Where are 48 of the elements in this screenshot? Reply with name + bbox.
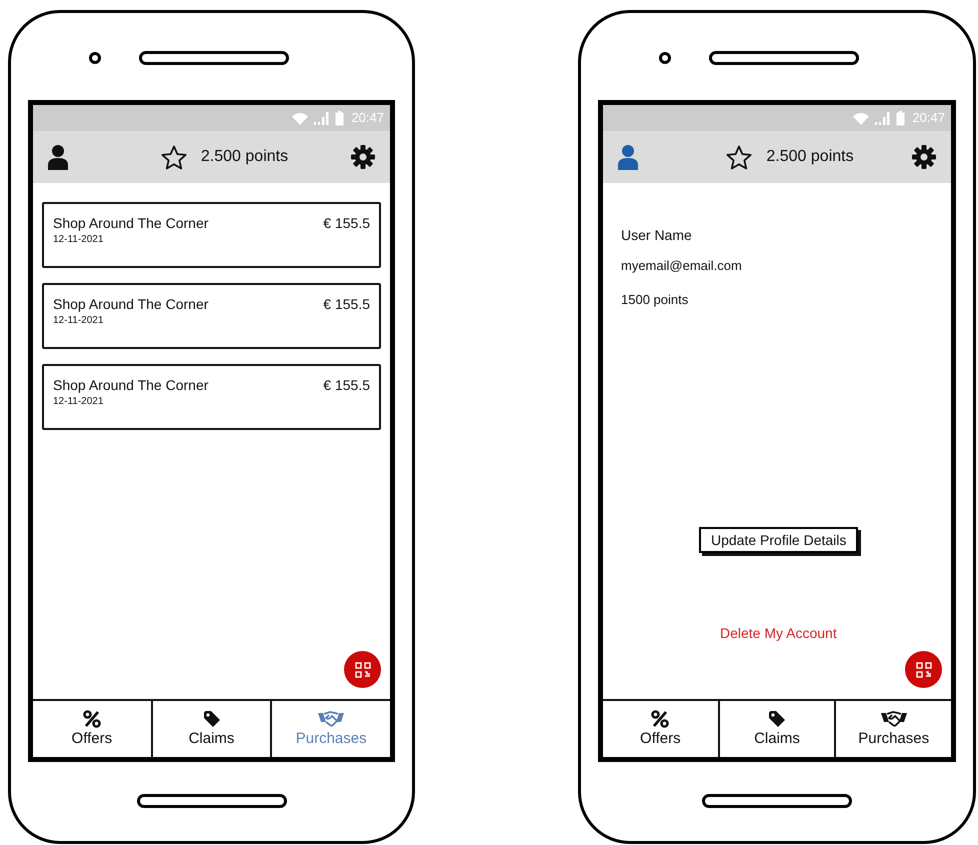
handshake-icon <box>317 710 346 728</box>
wifi-icon <box>852 112 870 124</box>
shop-name: Shop Around The Corner <box>53 214 208 232</box>
user-points: 1500 points <box>621 290 688 309</box>
percent-icon <box>651 710 670 728</box>
profile-icon[interactable] <box>47 144 69 170</box>
tab[interactable]: Offers <box>603 701 718 757</box>
camera-icon <box>659 52 671 64</box>
tab[interactable]: Claims <box>718 701 834 757</box>
star-icon <box>160 144 187 170</box>
purchase-date: 12-11-2021 <box>53 233 104 247</box>
qr-code-button[interactable] <box>905 651 942 688</box>
shop-name: Shop Around The Corner <box>53 295 208 313</box>
qr-code-icon <box>354 662 370 678</box>
tab[interactable]: Claims <box>150 701 270 757</box>
percent-icon <box>82 710 101 728</box>
handshake-icon <box>880 710 908 728</box>
purchase-card[interactable]: Shop Around The Corner 12-11-2021 € 155.5 <box>42 364 381 430</box>
wifi-icon <box>291 112 310 124</box>
battery-icon <box>335 110 344 126</box>
purchase-date: 12-11-2021 <box>53 314 104 328</box>
star-icon <box>726 144 752 170</box>
points-label: 2.500 points <box>200 147 288 167</box>
purchase-card[interactable]: Shop Around The Corner 12-11-2021 € 155.5 <box>42 283 381 349</box>
purchase-amount: € 155.5 <box>323 376 370 394</box>
tag-icon <box>202 710 220 728</box>
purchase-card[interactable]: Shop Around The Corner 12-11-2021 € 155.5 <box>42 202 381 268</box>
battery-icon <box>896 110 906 126</box>
purchase-amount: € 155.5 <box>323 214 370 232</box>
user-name: User Name <box>621 226 692 245</box>
user-email: myemail@email.com <box>621 257 742 275</box>
tag-icon <box>768 710 786 728</box>
purchase-date: 12-11-2021 <box>53 395 104 409</box>
qr-code-button[interactable] <box>344 651 381 688</box>
settings-icon[interactable] <box>350 144 376 170</box>
update-profile-button[interactable]: Update Profile Details <box>699 527 858 553</box>
camera-icon <box>89 52 101 64</box>
signal-icon <box>875 112 892 124</box>
purchase-amount: € 155.5 <box>323 295 370 313</box>
tab[interactable]: Purchases <box>834 701 952 757</box>
tab[interactable]: Purchases <box>270 701 390 757</box>
signal-icon <box>314 112 330 124</box>
settings-icon[interactable] <box>911 144 937 170</box>
shop-name: Shop Around The Corner <box>53 376 208 394</box>
qr-code-icon <box>916 662 932 678</box>
delete-account-link[interactable]: Delete My Account <box>720 623 837 644</box>
tab[interactable]: Offers <box>33 701 151 757</box>
points-label: 2.500 points <box>766 147 854 167</box>
